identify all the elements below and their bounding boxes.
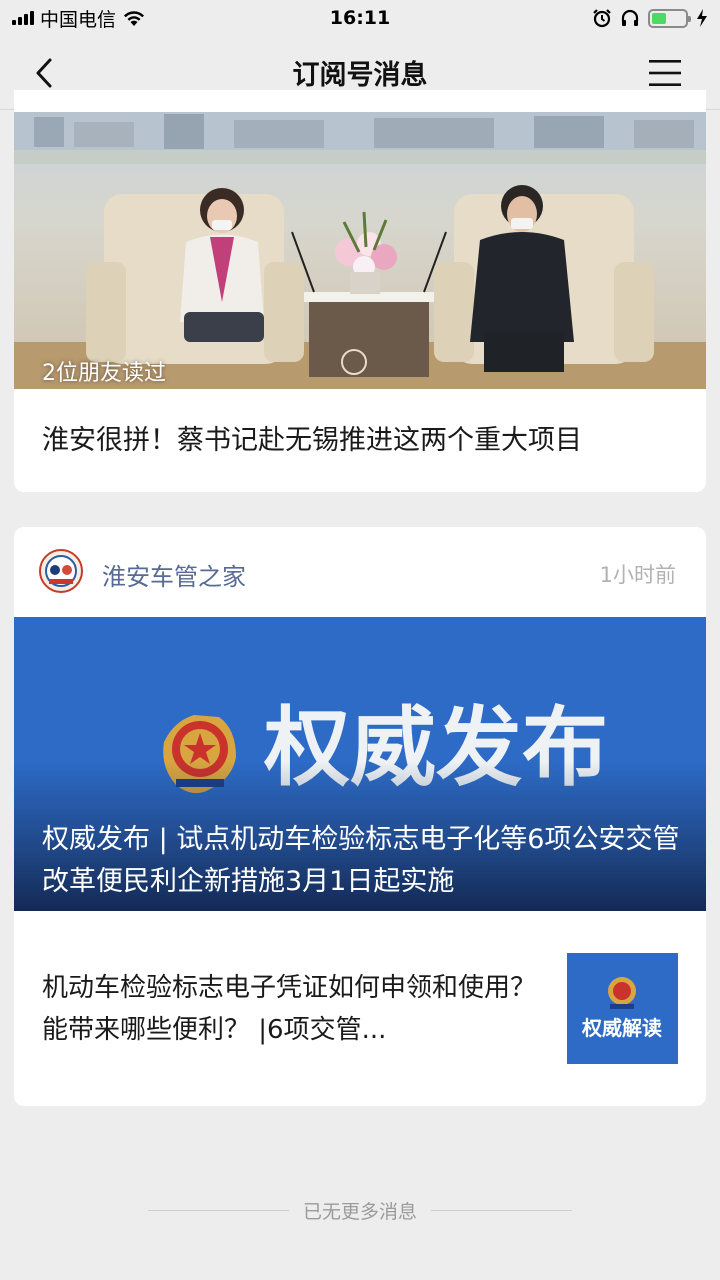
menu-icon[interactable] — [648, 58, 682, 88]
account-name[interactable]: 淮安车管之家 — [102, 557, 246, 592]
headline-title[interactable]: 权威发布 | 试点机动车检验标志电子化等6项公安交管改革便民利企新措施3月1日起… — [42, 819, 682, 903]
carrier-name: 中国电信 — [40, 8, 117, 31]
svg-text:权威解读: 权威解读 — [581, 1016, 662, 1040]
headphones-icon — [621, 9, 639, 26]
thumbnail-graphic: 权威解读 — [567, 953, 678, 1064]
sub-article-thumbnail[interactable]: 权威解读 — [567, 953, 678, 1064]
account-header[interactable]: 淮安车管之家 1小时前 — [14, 527, 706, 617]
article-card-2: 淮安车管之家 1小时前 权威发布 权威发布 | 试点机动车检验标志电子化等6项公… — [14, 527, 706, 1106]
headline-banner[interactable]: 权威发布 权威发布 | 试点机动车检验标志电子化等6项公安交管改革便民利企新措施… — [14, 617, 706, 911]
back-arrow-icon[interactable] — [28, 56, 62, 90]
sub-article-title[interactable]: 机动车检验标志电子凭证如何申领和使用？能带来哪些便利？ |6项交管... — [42, 967, 542, 1051]
account-avatar[interactable] — [39, 549, 83, 593]
article-title[interactable]: 淮安很拼！蔡书记赴无锡推进这两个重大项目 — [42, 418, 582, 457]
divider-right — [431, 1209, 573, 1211]
signal-icon — [12, 11, 34, 25]
no-more-text: 已无更多消息 — [303, 1200, 418, 1223]
friends-read-label: 2位朋友读过 — [42, 361, 166, 386]
post-time: 1小时前 — [599, 563, 676, 587]
charging-icon — [697, 9, 707, 27]
meeting-photo-illustration — [14, 112, 706, 389]
alarm-icon — [593, 9, 611, 28]
status-bar: 中国电信 16:11 — [0, 0, 720, 36]
wifi-icon — [124, 11, 145, 26]
article-cover-photo[interactable] — [14, 112, 706, 389]
no-more-messages: 已无更多消息 — [148, 1198, 573, 1223]
battery-icon — [648, 8, 691, 28]
divider-left — [148, 1209, 289, 1211]
status-left: 中国电信 — [12, 5, 146, 32]
page-title: 订阅号消息 — [292, 60, 428, 91]
status-right — [592, 8, 708, 28]
article-card-1[interactable]: 2位朋友读过 淮安很拼！蔡书记赴无锡推进这两个重大项目 — [14, 90, 706, 492]
